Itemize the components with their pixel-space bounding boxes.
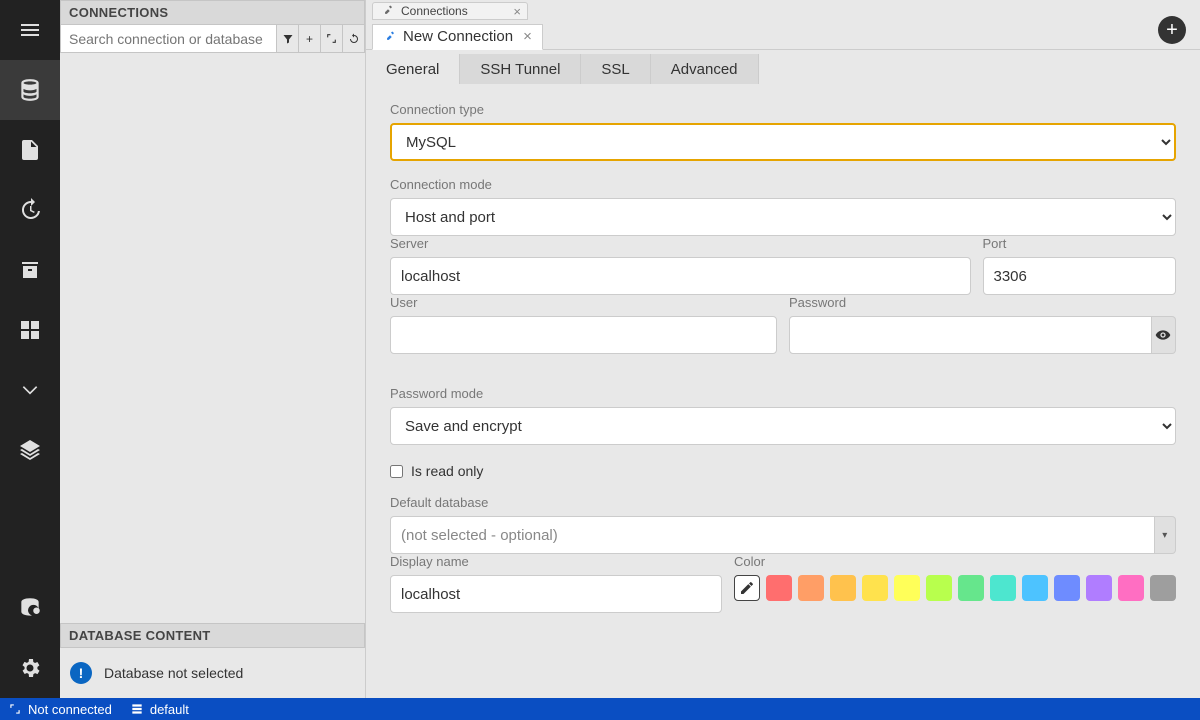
color-swatch[interactable]	[798, 575, 824, 601]
db-not-selected-text: Database not selected	[104, 665, 243, 681]
main-area: Connections × New Connection × General S…	[366, 0, 1200, 698]
readonly-checkbox[interactable]	[390, 465, 403, 478]
filter-icon[interactable]	[276, 25, 298, 52]
status-profile-text: default	[150, 702, 189, 717]
color-label: Color	[734, 554, 1176, 569]
color-swatch[interactable]	[830, 575, 856, 601]
search-input[interactable]	[61, 25, 276, 52]
port-label: Port	[983, 236, 1177, 251]
default-db-dropdown-icon[interactable]: ▾	[1155, 516, 1176, 554]
status-bar: Not connected default	[0, 698, 1200, 720]
info-icon: !	[70, 662, 92, 684]
rail-history-icon[interactable]	[0, 180, 60, 240]
tab-connections[interactable]: Connections ×	[372, 2, 528, 20]
tab-new-connection[interactable]: New Connection ×	[372, 24, 543, 50]
connection-type-label: Connection type	[390, 102, 1176, 117]
password-mode-select[interactable]: Save and encrypt	[390, 407, 1176, 445]
port-input[interactable]	[983, 257, 1177, 295]
connection-type-select[interactable]: MySQL	[390, 123, 1176, 161]
color-swatches	[734, 575, 1176, 601]
form-tab-advanced[interactable]: Advanced	[651, 54, 759, 84]
top-tabstrip: Connections ×	[366, 0, 1200, 22]
form-tabs: General SSH Tunnel SSL Advanced	[366, 54, 1200, 84]
password-label: Password	[789, 295, 1176, 310]
color-swatch[interactable]	[862, 575, 888, 601]
password-mode-label: Password mode	[390, 386, 1176, 401]
default-db-label: Default database	[390, 495, 1176, 510]
server-label: Server	[390, 236, 971, 251]
status-profile[interactable]: default	[130, 702, 189, 717]
refresh-icon[interactable]	[342, 25, 364, 52]
color-swatch[interactable]	[1118, 575, 1144, 601]
rail-layers-icon[interactable]	[0, 420, 60, 480]
tab-new-connection-label: New Connection	[403, 28, 513, 45]
color-swatch[interactable]	[1150, 575, 1176, 601]
rail-database-icon[interactable]	[0, 60, 60, 120]
color-swatch[interactable]	[1086, 575, 1112, 601]
password-input[interactable]	[789, 316, 1152, 354]
color-swatch[interactable]	[1022, 575, 1048, 601]
tab-connections-label: Connections	[401, 4, 468, 18]
rail-observe-icon[interactable]	[0, 578, 60, 638]
connections-tree	[60, 53, 365, 621]
close-icon[interactable]: ×	[513, 4, 521, 19]
color-swatch[interactable]	[766, 575, 792, 601]
connection-mode-label: Connection mode	[390, 177, 1176, 192]
form-tab-ssl[interactable]: SSL	[581, 54, 650, 84]
sync-icon[interactable]	[320, 25, 342, 52]
sub-tabstrip: New Connection ×	[366, 22, 1200, 50]
default-db-input[interactable]	[390, 516, 1155, 554]
db-content-header: DATABASE CONTENT	[60, 623, 365, 648]
status-connection[interactable]: Not connected	[8, 702, 112, 717]
toggle-password-icon[interactable]	[1152, 316, 1176, 354]
color-clear[interactable]	[734, 575, 760, 601]
color-swatch[interactable]	[990, 575, 1016, 601]
rail-plugin-icon[interactable]	[0, 300, 60, 360]
display-name-input[interactable]	[390, 575, 722, 613]
rail-archive-icon[interactable]	[0, 240, 60, 300]
rail-arrow-icon[interactable]	[0, 360, 60, 420]
readonly-label: Is read only	[411, 463, 483, 479]
icon-rail	[0, 0, 60, 698]
color-swatch[interactable]	[958, 575, 984, 601]
add-connection-icon[interactable]: +	[298, 25, 320, 52]
connections-header: CONNECTIONS	[60, 0, 365, 25]
color-swatch[interactable]	[1054, 575, 1080, 601]
user-input[interactable]	[390, 316, 777, 354]
form-tab-ssh[interactable]: SSH Tunnel	[460, 54, 581, 84]
add-fab[interactable]: +	[1158, 16, 1186, 44]
close-icon[interactable]: ×	[523, 28, 532, 45]
hamburger-icon[interactable]	[0, 0, 60, 60]
form-tab-general[interactable]: General	[366, 54, 460, 84]
left-pane: CONNECTIONS + DATABASE CONTENT ! Databas…	[60, 0, 366, 698]
rail-file-icon[interactable]	[0, 120, 60, 180]
user-label: User	[390, 295, 777, 310]
color-swatch[interactable]	[894, 575, 920, 601]
connections-search-row: +	[60, 25, 365, 53]
server-input[interactable]	[390, 257, 971, 295]
display-name-label: Display name	[390, 554, 722, 569]
status-connection-text: Not connected	[28, 702, 112, 717]
connection-mode-select[interactable]: Host and port	[390, 198, 1176, 236]
color-swatch[interactable]	[926, 575, 952, 601]
db-content-body: ! Database not selected	[60, 648, 365, 698]
rail-settings-icon[interactable]	[0, 638, 60, 698]
form-body: Connection type MySQL Connection mode Ho…	[366, 84, 1200, 698]
